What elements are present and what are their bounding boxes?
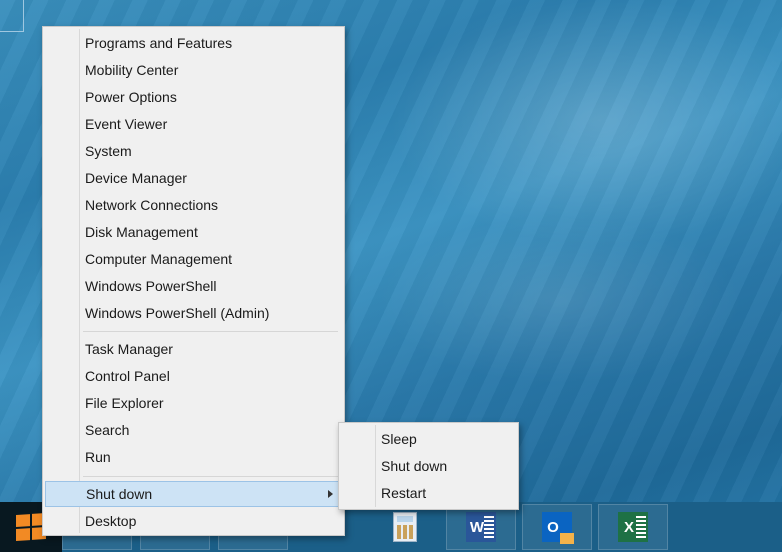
menu-item-event-viewer[interactable]: Event Viewer — [45, 111, 342, 137]
taskbar-excel[interactable]: X — [598, 504, 668, 550]
menu-item-windows-powershell[interactable]: Windows PowerShell — [45, 273, 342, 299]
menu-item-search[interactable]: Search — [45, 417, 342, 443]
menu-item-programs-and-features[interactable]: Programs and Features — [45, 30, 342, 56]
submenu-item-restart[interactable]: Restart — [341, 480, 516, 506]
menu-item-windows-powershell-admin[interactable]: Windows PowerShell (Admin) — [45, 300, 342, 326]
menu-item-file-explorer[interactable]: File Explorer — [45, 390, 342, 416]
menu-item-system[interactable]: System — [45, 138, 342, 164]
outlook-icon: O — [542, 512, 574, 544]
menu-item-run[interactable]: Run — [45, 444, 342, 470]
calculator-icon — [393, 512, 417, 542]
taskbar-outlook[interactable]: O — [522, 504, 592, 550]
menu-separator — [83, 331, 338, 332]
menu-item-computer-management[interactable]: Computer Management — [45, 246, 342, 272]
submenu-item-sleep[interactable]: Sleep — [341, 426, 516, 452]
excel-icon: X — [618, 512, 648, 542]
menu-item-desktop[interactable]: Desktop — [45, 508, 342, 534]
menu-item-disk-management[interactable]: Disk Management — [45, 219, 342, 245]
power-user-menu: Programs and Features Mobility Center Po… — [42, 26, 345, 536]
menu-item-shut-down[interactable]: Shut down — [45, 481, 342, 507]
menu-item-device-manager[interactable]: Device Manager — [45, 165, 342, 191]
menu-item-task-manager[interactable]: Task Manager — [45, 336, 342, 362]
menu-separator — [83, 476, 338, 477]
desktop-window-edge — [0, 0, 24, 32]
word-icon: W — [466, 512, 496, 542]
menu-item-network-connections[interactable]: Network Connections — [45, 192, 342, 218]
menu-item-label: Shut down — [86, 486, 153, 502]
menu-item-control-panel[interactable]: Control Panel — [45, 363, 342, 389]
submenu-arrow-icon — [328, 490, 333, 498]
shutdown-submenu: Sleep Shut down Restart — [338, 422, 519, 510]
taskbar-word[interactable]: W — [446, 504, 516, 550]
menu-item-mobility-center[interactable]: Mobility Center — [45, 57, 342, 83]
taskbar-calculator[interactable] — [370, 504, 440, 550]
menu-item-power-options[interactable]: Power Options — [45, 84, 342, 110]
submenu-item-shut-down[interactable]: Shut down — [341, 453, 516, 479]
